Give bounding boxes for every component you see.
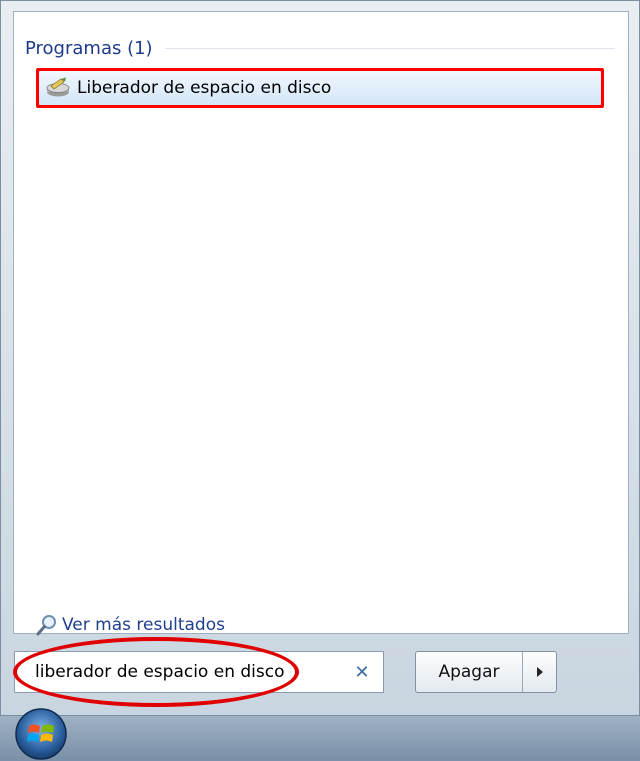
programs-group-title: Programas (1) [25,37,153,59]
see-more-label: Ver más resultados [62,615,225,635]
result-item-label: Liberador de espacio en disco [77,78,332,98]
result-item-disk-cleanup[interactable]: Liberador de espacio en disco [36,68,604,108]
start-menu: Programas (1) Liberador de espacio en di… [0,0,640,716]
windows-start-icon[interactable] [14,707,68,761]
clear-search-icon[interactable]: ✕ [349,659,375,685]
search-input-value[interactable]: liberador de espacio en disco [35,662,349,682]
see-more-results-link[interactable]: Ver más resultados [36,613,225,637]
shutdown-options-button[interactable] [523,652,556,692]
group-divider [164,47,615,49]
search-input[interactable]: liberador de espacio en disco ✕ [14,651,384,693]
programs-group-header: Programas (1) [25,36,615,60]
taskbar [0,716,640,761]
chevron-right-icon [536,667,543,677]
shutdown-button[interactable]: Apagar [416,652,523,692]
shutdown-control: Apagar [415,651,557,693]
search-results-pane: Programas (1) Liberador de espacio en di… [13,11,629,637]
disk-cleanup-icon [46,77,70,97]
search-icon [36,615,56,636]
